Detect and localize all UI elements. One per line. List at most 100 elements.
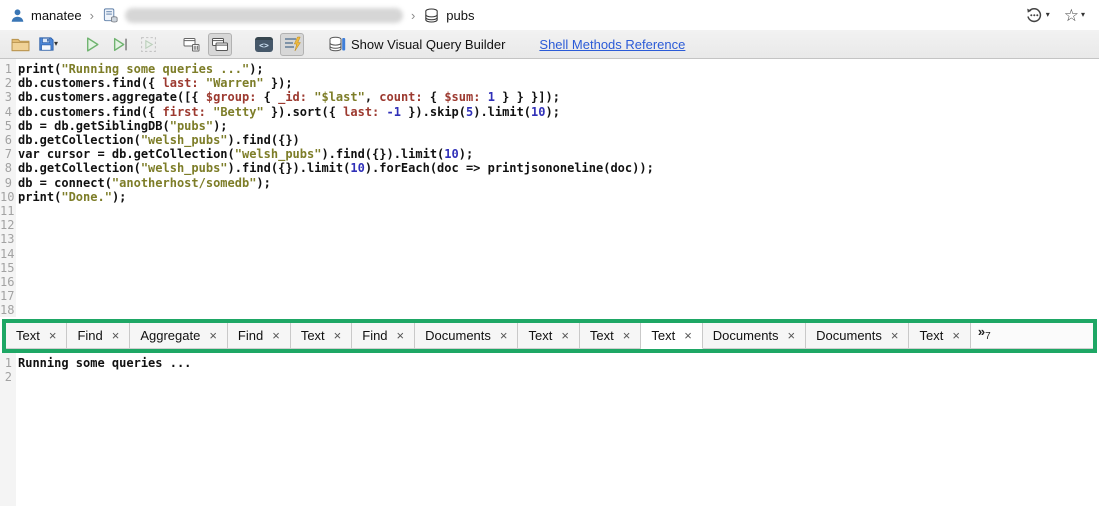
tab-label: Find <box>237 328 264 343</box>
code-line: 3 db.customers.aggregate([{ $group: { _id… <box>0 90 1099 104</box>
breadcrumb: manatee › › pubs ▾ ☆ ▾ <box>0 0 1099 30</box>
result-text-view[interactable]: 1 Running some queries ... 2 <box>0 353 1099 506</box>
code-token: 1 <box>487 90 495 105</box>
result-tab-bar-highlight: Text × Find × Aggregate × Find × Text × Find × Docum… <box>2 319 1097 353</box>
show-visual-query-builder-button[interactable]: Show Visual Query Builder <box>324 35 509 53</box>
line-number: 1 <box>4 62 12 76</box>
close-icon[interactable]: × <box>561 329 569 342</box>
result-tab[interactable]: Documents × <box>415 323 519 349</box>
save-script-button[interactable]: ▾ <box>36 33 60 56</box>
breadcrumb-connection[interactable] <box>102 7 403 24</box>
tab-label: Text <box>589 328 614 343</box>
code-token: "$last" <box>314 90 365 105</box>
script-editor[interactable]: 1 print("Running some queries ..."); 2 db.c… <box>0 59 1099 317</box>
code-token: db.customers.find({ <box>18 104 163 119</box>
code-text: print("Running some queries ..."); <box>14 62 264 76</box>
close-icon[interactable]: × <box>891 329 899 342</box>
code-token: "welsh_pubs" <box>234 147 322 162</box>
result-tab[interactable]: Text × <box>641 323 703 349</box>
close-icon[interactable]: × <box>209 329 217 342</box>
line-number: 11 <box>0 204 15 219</box>
code-line: 5 db = db.getSiblingDB("pubs"); <box>0 119 1099 133</box>
code-line: 7 var cursor = db.getCollection("welsh_pu… <box>0 147 1099 161</box>
result-tab[interactable]: Text × <box>518 323 580 349</box>
code-token: db.customers.find({ <box>18 76 163 91</box>
result-tab[interactable]: Text × <box>579 323 642 349</box>
toggle-output-button[interactable] <box>280 32 304 56</box>
code-token: $group: <box>205 90 257 105</box>
line-number: 17 <box>0 289 15 304</box>
result-tab[interactable]: Find × <box>67 323 131 349</box>
code-token: ).find({}).limit( <box>227 161 351 176</box>
redacted-connection-name[interactable] <box>124 7 403 23</box>
query-builder-db-icon <box>328 35 346 53</box>
tab-label: Documents <box>816 328 882 343</box>
result-tab[interactable]: Documents × <box>806 323 910 349</box>
close-icon[interactable]: × <box>272 329 280 342</box>
code-token: { <box>256 90 279 105</box>
toggle-editor-button[interactable]: <> <box>252 33 276 56</box>
result-tab[interactable]: Find × <box>227 323 291 349</box>
run-script-button[interactable] <box>80 33 104 56</box>
close-icon[interactable]: × <box>500 329 508 342</box>
run-selection-button[interactable] <box>136 33 160 56</box>
close-icon[interactable]: × <box>788 329 796 342</box>
code-token: 10 <box>350 161 365 176</box>
close-icon[interactable]: × <box>112 329 120 342</box>
close-icon[interactable]: × <box>623 329 631 342</box>
close-icon[interactable]: × <box>49 329 57 342</box>
database-icon <box>423 7 440 24</box>
breadcrumb-user[interactable]: manatee <box>10 8 82 23</box>
history-button[interactable]: ▾ <box>1024 5 1050 25</box>
code-token: last: <box>162 76 199 91</box>
result-tab[interactable]: Text × <box>909 323 971 349</box>
breadcrumb-actions: ▾ ☆ ▾ <box>1024 5 1085 25</box>
tab-label: Documents <box>712 328 779 343</box>
user-icon <box>10 8 25 23</box>
code-token: ).find({}) <box>227 133 300 148</box>
line-number: 5 <box>4 118 12 133</box>
code-text: db = connect("anotherhost/somedb"); <box>14 176 271 190</box>
code-token: }).skip( <box>400 104 466 119</box>
tab-label: Find <box>362 328 388 343</box>
line-number: 15 <box>0 260 15 275</box>
breadcrumb-user-label: manatee <box>31 7 82 23</box>
tab-overflow-indicator[interactable]: »7 <box>970 323 1093 349</box>
result-tab[interactable]: Find × <box>352 323 416 349</box>
close-icon[interactable]: × <box>684 329 692 342</box>
code-line: 15 <box>0 261 1099 275</box>
result-lines: 1 Running some queries ... 2 <box>0 356 1099 384</box>
result-tab[interactable]: Aggregate × <box>130 323 228 349</box>
result-tab-bar: Text × Find × Aggregate × Find × Text × Find × Docum… <box>6 323 1093 349</box>
play-icon <box>84 36 101 53</box>
close-icon[interactable]: × <box>334 329 342 342</box>
code-text: db.customers.aggregate([{ $group: { _id:… <box>14 90 560 104</box>
intellishell-window: manatee › › pubs ▾ ☆ ▾ ▾ <> Show Visual … <box>0 0 1099 508</box>
tab-label: Text <box>300 328 325 343</box>
result-tab[interactable]: Documents × <box>702 323 807 349</box>
code-text: db = db.getSiblingDB("pubs"); <box>14 119 228 133</box>
result-tab[interactable]: Text × <box>6 323 68 349</box>
code-token: }); <box>263 76 293 91</box>
breadcrumb-database[interactable]: pubs <box>423 7 474 24</box>
run-to-cursor-button[interactable] <box>108 33 132 56</box>
result-line: 1 Running some queries ... <box>0 356 1099 370</box>
open-script-button[interactable] <box>8 33 32 56</box>
code-line: 4 db.customers.find({ first: "Betty" }).s… <box>0 105 1099 119</box>
result-tab[interactable]: Text × <box>290 323 353 349</box>
close-icon[interactable]: × <box>397 329 405 342</box>
shell-methods-reference-link[interactable]: Shell Methods Reference <box>539 37 685 52</box>
line-number: 14 <box>0 246 15 261</box>
favorites-button[interactable]: ☆ ▾ <box>1064 7 1085 24</box>
close-icon[interactable]: × <box>952 329 960 342</box>
result-text <box>14 370 18 384</box>
remove-result-tab-button[interactable] <box>180 33 204 56</box>
code-line: 8 db.getCollection("welsh_pubs").find({})… <box>0 161 1099 175</box>
cascade-results-button[interactable] <box>208 32 232 56</box>
